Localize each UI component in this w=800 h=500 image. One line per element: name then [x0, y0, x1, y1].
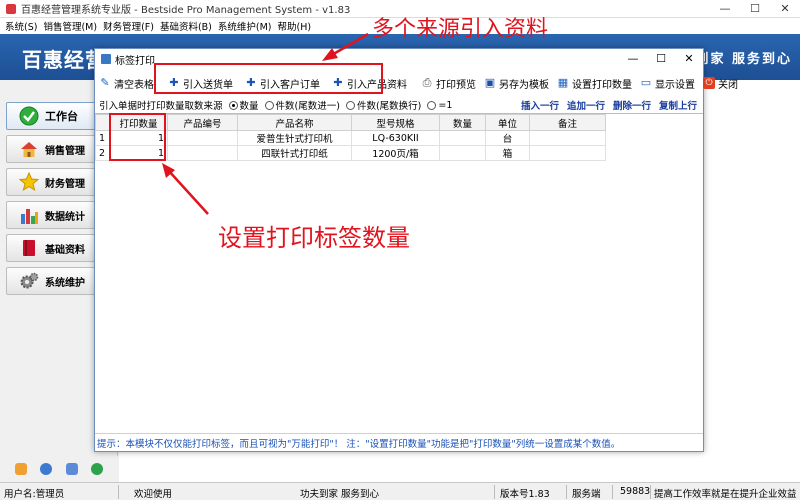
- status-welcome: 欢迎使用: [134, 489, 173, 500]
- status-service-label: 服务端: [572, 489, 601, 500]
- annotation-import-text: 多个来源引入资料: [372, 17, 549, 42]
- status-slogan: 提高工作效率就是在提升企业效益: [654, 489, 797, 500]
- arrow-to-import-line: [329, 32, 369, 58]
- status-motto: 功夫到家 服务到心: [300, 489, 380, 500]
- status-bar: 用户名:管理员 欢迎使用 功夫到家 服务到心 版本号1.83 服务端 59883…: [0, 482, 800, 500]
- status-user: 用户名:管理员: [4, 489, 65, 500]
- annotation-qty-text: 设置打印标签数量: [218, 224, 410, 252]
- status-service-port: 59883: [620, 486, 651, 497]
- arrow-to-qty-line: [167, 169, 209, 215]
- arrow-to-import-head: [322, 48, 338, 61]
- status-version: 版本号1.83: [500, 489, 550, 500]
